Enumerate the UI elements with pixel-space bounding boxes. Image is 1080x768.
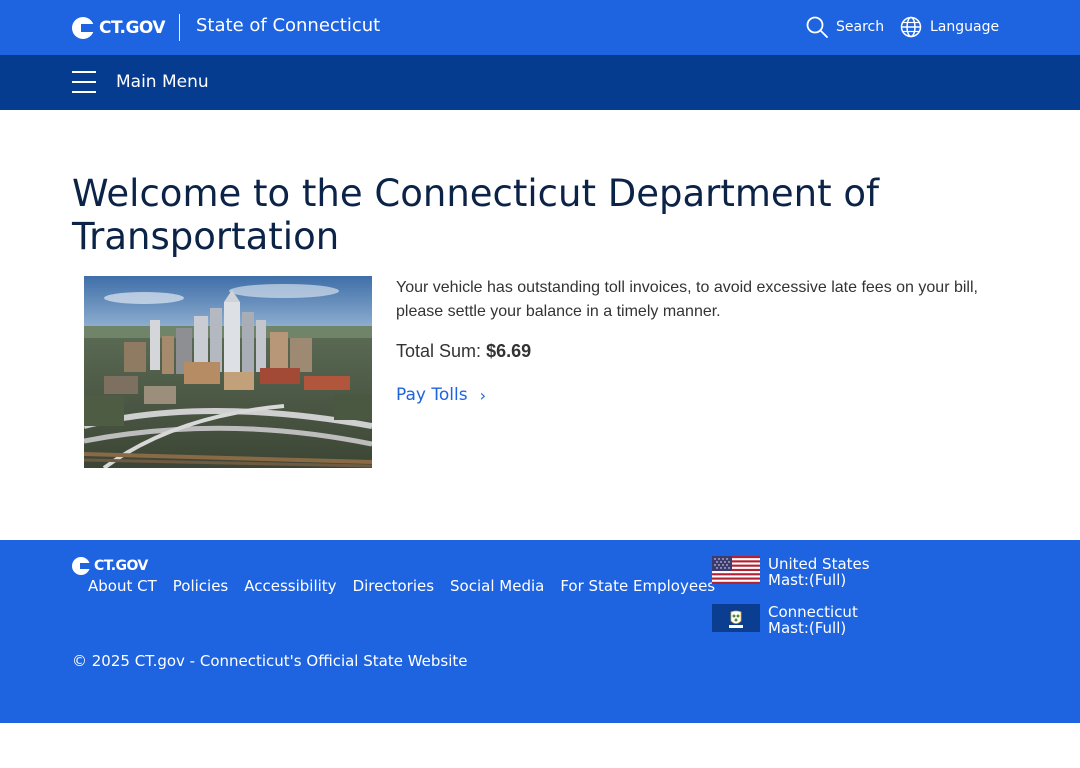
us-mast-name: United States [768, 555, 870, 573]
chevron-right-icon: › [479, 385, 486, 405]
total-sum: Total Sum: $6.69 [396, 341, 531, 362]
language-label: Language [930, 19, 1000, 35]
us-flag-icon [712, 556, 760, 584]
ct-logo-icon [72, 557, 90, 575]
search-icon [806, 16, 828, 38]
us-mast-status: Mast:(Full) [768, 571, 847, 589]
footer-link-directories[interactable]: Directories [353, 577, 434, 595]
page-title: Welcome to the Connecticut Department of… [72, 172, 880, 258]
us-mast-text: United States Mast:(Full) [768, 556, 870, 588]
total-label: Total Sum: [396, 341, 482, 361]
search-label: Search [836, 19, 885, 35]
ct-gov-logo[interactable]: CT.GOV [72, 16, 166, 40]
toll-notice-text: Your vehicle has outstanding toll invoic… [396, 279, 978, 320]
footer-ct-gov-logo[interactable]: CT.GOV [72, 557, 148, 575]
ct-flag-icon [712, 604, 760, 632]
footer-link-accessibility[interactable]: Accessibility [244, 577, 336, 595]
main-menu-button[interactable]: Main Menu [116, 72, 209, 92]
header-divider [179, 14, 180, 41]
top-bar: CT.GOV State of Connecticut Search Langu… [0, 0, 1080, 55]
ct-mast-name: Connecticut [768, 603, 858, 621]
globe-icon [900, 16, 922, 38]
city-aerial-image [84, 276, 372, 468]
search-button[interactable]: Search [806, 16, 884, 38]
footer-link-state-employees[interactable]: For State Employees [560, 577, 715, 595]
footer-links: About CT Policies Accessibility Director… [88, 577, 731, 595]
language-button[interactable]: Language [900, 16, 999, 38]
logo-text: CT.GOV [99, 18, 166, 38]
footer-link-social-media[interactable]: Social Media [450, 577, 544, 595]
pay-tolls-label: Pay Tolls [396, 385, 468, 405]
footer-logo-text: CT.GOV [94, 558, 148, 574]
footer-link-policies[interactable]: Policies [173, 577, 228, 595]
total-amount: $6.69 [486, 341, 532, 361]
copyright-text: © 2025 CT.gov - Connecticut's Official S… [72, 652, 468, 670]
state-name-link[interactable]: State of Connecticut [196, 15, 380, 36]
ct-mast-text: Connecticut Mast:(Full) [768, 604, 858, 636]
pay-tolls-link[interactable]: Pay Tolls › [396, 385, 486, 405]
ct-flag-mast-status: Connecticut Mast:(Full) [712, 604, 858, 636]
footer: CT.GOV About CT Policies Accessibility D… [0, 540, 1080, 723]
main-menu-bar: Main Menu [0, 55, 1080, 110]
us-flag-mast-status: United States Mast:(Full) [712, 556, 870, 588]
footer-link-about-ct[interactable]: About CT [88, 577, 157, 595]
ct-logo-icon [72, 17, 94, 39]
ct-mast-status: Mast:(Full) [768, 619, 847, 637]
hamburger-icon[interactable] [72, 71, 96, 93]
